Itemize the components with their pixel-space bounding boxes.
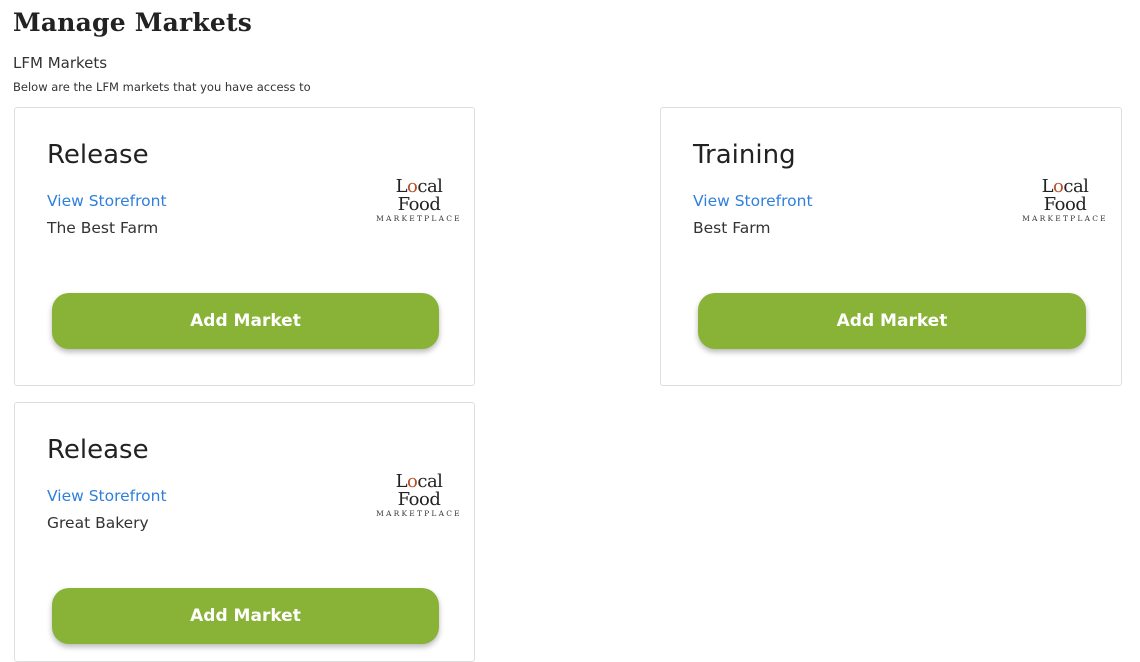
view-storefront-link[interactable]: View Storefront <box>47 487 167 505</box>
section-title: LFM Markets <box>13 54 108 72</box>
view-storefront-link[interactable]: View Storefront <box>47 192 167 210</box>
add-market-button[interactable]: Add Market <box>52 588 439 644</box>
market-card: Release View Storefront Great Bakery Loc… <box>14 402 475 662</box>
market-card: Training View Storefront Best Farm Local… <box>660 107 1122 386</box>
farm-name: Great Bakery <box>47 514 149 532</box>
market-name: Release <box>47 140 149 170</box>
local-food-marketplace-logo: Local Food MARKETPLACE <box>1022 176 1108 224</box>
view-storefront-link[interactable]: View Storefront <box>693 192 813 210</box>
farm-name: The Best Farm <box>47 219 159 237</box>
local-food-marketplace-logo: Local Food MARKETPLACE <box>376 176 462 224</box>
add-market-button[interactable]: Add Market <box>52 293 439 349</box>
section-description: Below are the LFM markets that you have … <box>13 80 311 94</box>
market-name: Release <box>47 435 149 465</box>
page-title: Manage Markets <box>13 8 253 37</box>
farm-name: Best Farm <box>693 219 771 237</box>
market-card: Release View Storefront The Best Farm Lo… <box>14 107 475 386</box>
local-food-marketplace-logo: Local Food MARKETPLACE <box>376 471 462 519</box>
add-market-button[interactable]: Add Market <box>698 293 1086 349</box>
market-name: Training <box>693 140 796 170</box>
